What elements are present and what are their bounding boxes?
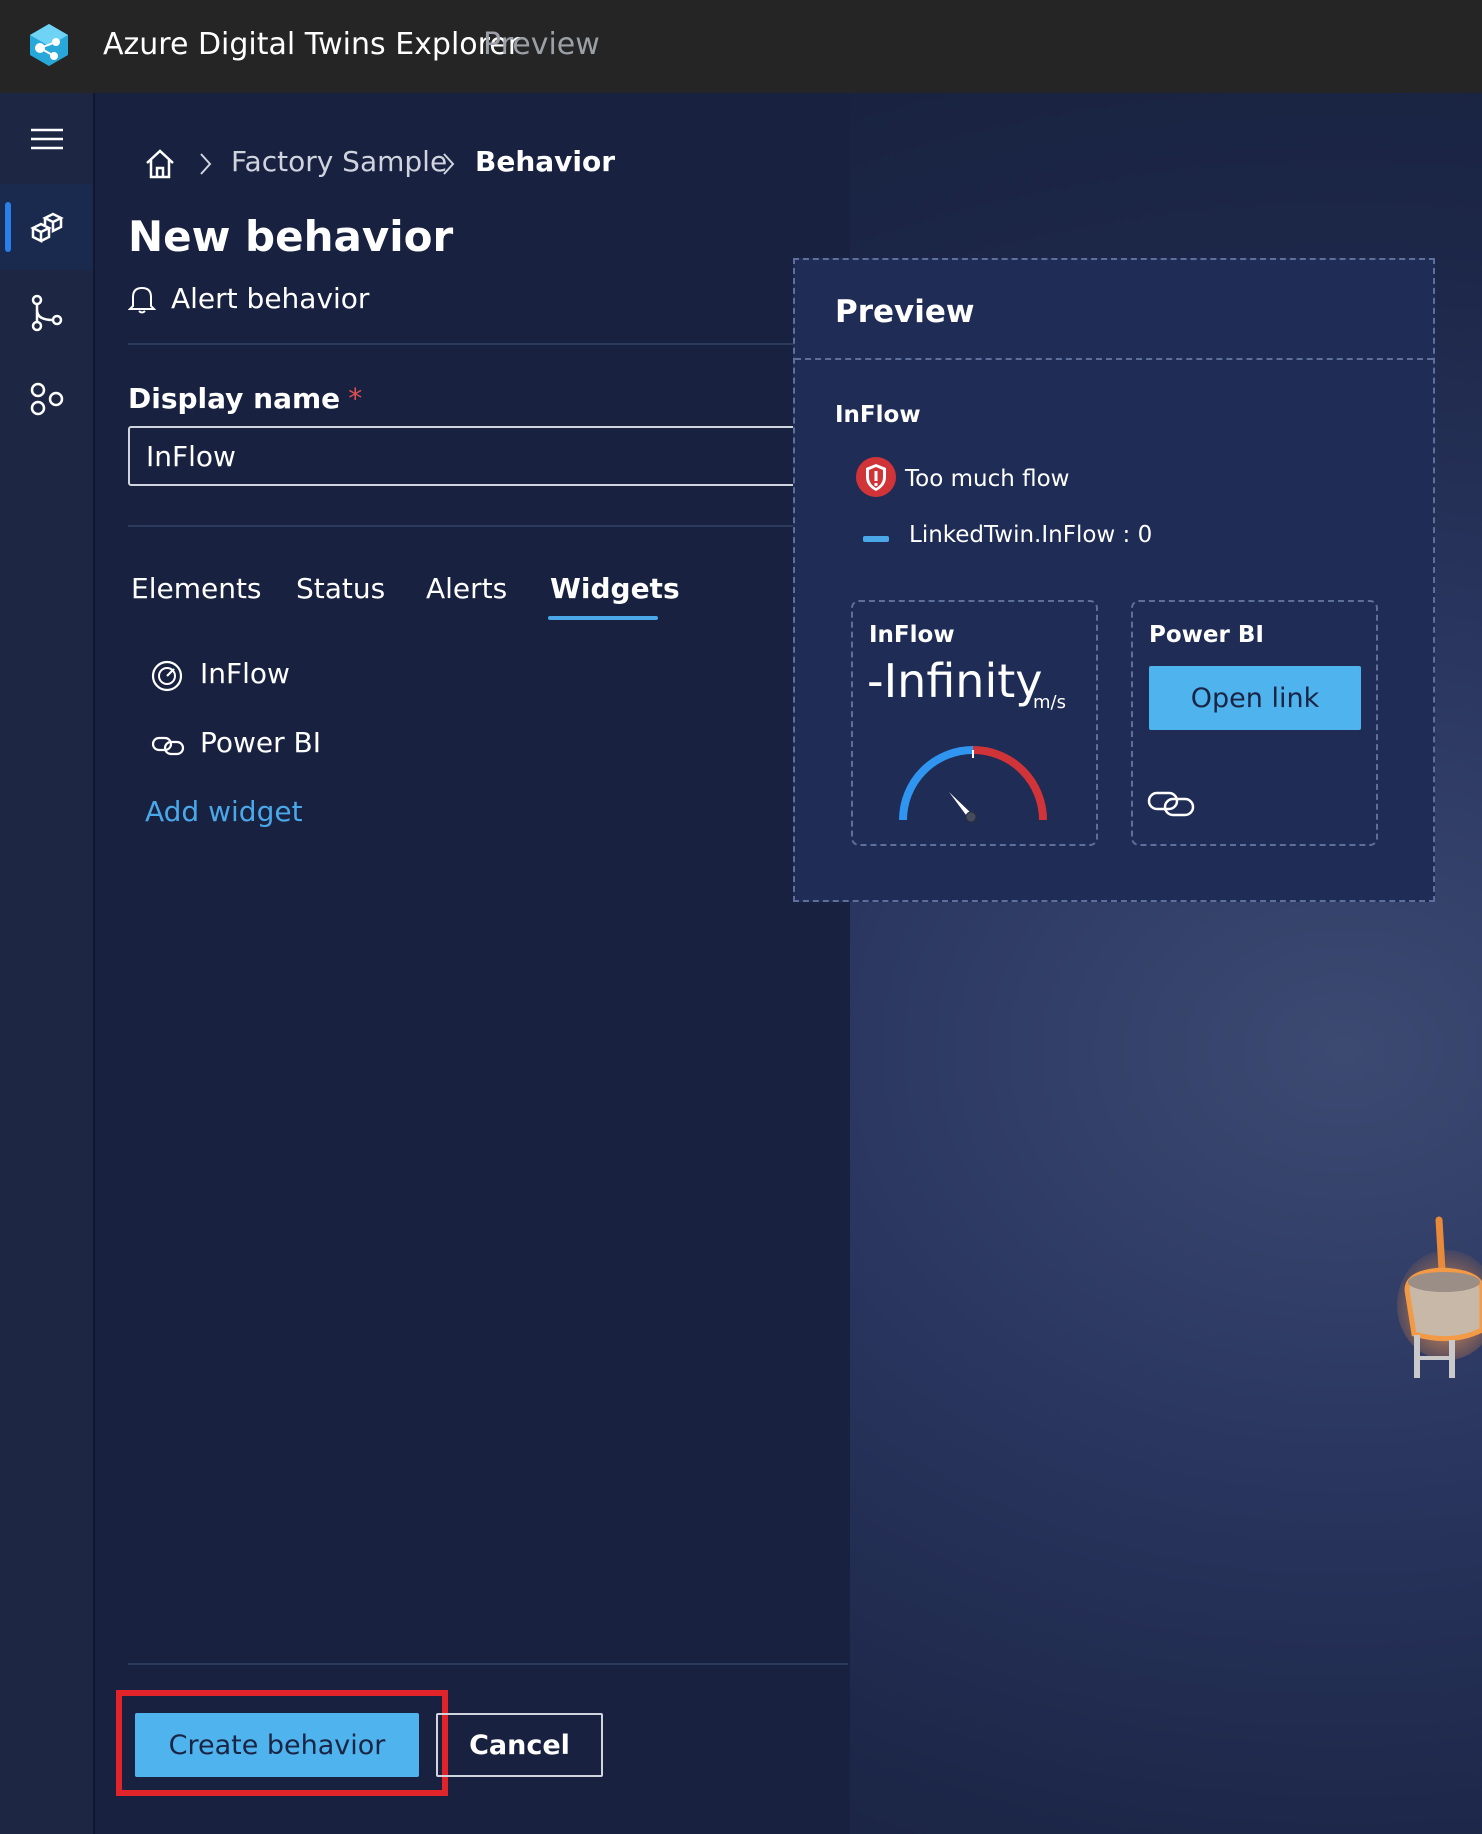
chevron-right-icon (200, 153, 212, 175)
status-text: LinkedTwin.InFlow : 0 (909, 522, 1153, 548)
sidebar-item-models[interactable] (0, 356, 93, 442)
preview-title: Preview (835, 294, 975, 330)
gauge-icon (151, 660, 183, 692)
display-name-label: Display name * (128, 382, 362, 415)
breadcrumb-item-scene[interactable]: Factory Sample (231, 145, 447, 178)
behavior-form-panel (95, 93, 850, 1834)
tab-elements[interactable]: Elements (131, 572, 262, 605)
active-tab-indicator (548, 616, 658, 620)
scene-builder-icon (30, 212, 64, 244)
bell-icon (128, 286, 156, 314)
add-widget-link[interactable]: Add widget (145, 795, 303, 828)
factory-tank-model[interactable] (1392, 1210, 1482, 1390)
home-icon[interactable] (143, 147, 177, 181)
gauge-card-title: InFlow (869, 622, 955, 648)
link-icon (1147, 791, 1195, 817)
chevron-right-icon (443, 153, 455, 175)
sidebar (0, 93, 95, 1834)
divider (128, 343, 828, 345)
shield-alert-icon (856, 457, 896, 497)
sidebar-item-scene-builder[interactable] (0, 184, 93, 270)
preview-twin-name: InFlow (835, 402, 921, 428)
app-header: Azure Digital Twins Explorer Preview (0, 0, 1482, 93)
tab-status[interactable]: Status (296, 572, 385, 605)
link-widget-card: Power BI Open link (1131, 600, 1378, 846)
gauge-unit: m/s (1033, 692, 1066, 713)
tab-alerts[interactable]: Alerts (426, 572, 507, 605)
active-indicator (5, 202, 11, 252)
adt-logo-icon (30, 24, 68, 66)
widget-label: InFlow (200, 657, 290, 690)
open-link-button[interactable]: Open link (1149, 666, 1361, 730)
display-name-label-text: Display name (128, 382, 341, 415)
link-icon (151, 736, 185, 756)
preview-header: Preview (795, 260, 1433, 360)
sidebar-item-data-history[interactable] (0, 270, 93, 356)
widget-label: Power BI (200, 726, 322, 759)
cancel-button[interactable]: Cancel (436, 1713, 603, 1777)
required-marker: * (348, 382, 363, 415)
breadcrumb-item-current: Behavior (475, 145, 616, 178)
link-card-title: Power BI (1149, 622, 1264, 648)
preview-panel: Preview InFlow Too much flow LinkedTwin.… (793, 258, 1435, 902)
alert-text: Too much flow (905, 466, 1070, 492)
gauge-widget-card: InFlow -Infinity m/s (851, 600, 1098, 846)
models-icon (30, 382, 64, 416)
page-title: New behavior (128, 212, 454, 261)
app-title: Azure Digital Twins Explorer (103, 27, 521, 62)
behavior-type-label: Alert behavior (171, 282, 370, 315)
app-preview-badge: Preview (483, 27, 600, 62)
gauge-value: -Infinity (867, 654, 1043, 708)
hamburger-menu-icon (31, 128, 63, 150)
display-name-input[interactable] (128, 426, 888, 486)
tab-widgets[interactable]: Widgets (550, 572, 680, 605)
create-behavior-button[interactable]: Create behavior (135, 1713, 419, 1777)
gauge-dial (899, 746, 1047, 823)
hamburger-menu-button[interactable] (0, 98, 93, 184)
data-history-icon (31, 294, 63, 332)
divider (128, 525, 828, 527)
footer-divider (128, 1663, 848, 1665)
status-indicator (863, 536, 889, 542)
